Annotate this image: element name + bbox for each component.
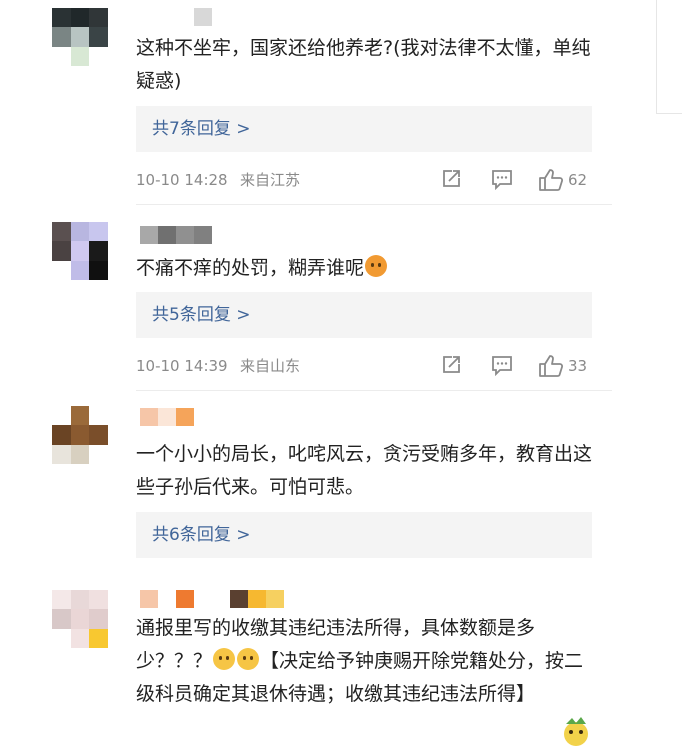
comment-text-content: 不痛不痒的处罚，糊弄谁呢 — [136, 257, 365, 279]
view-replies-link[interactable]: 共6条回复 > — [136, 512, 592, 558]
mascot-sticker-icon — [564, 717, 588, 746]
like-icon[interactable] — [538, 168, 564, 192]
username[interactable] — [140, 8, 212, 26]
comment-time: 10-10 14:39 — [136, 357, 228, 375]
comment-meta: 10-10 14:39 来自山东 33 — [136, 354, 602, 378]
avatar[interactable] — [52, 590, 108, 648]
divider — [136, 390, 612, 391]
avatar[interactable] — [52, 222, 108, 280]
comment-icon[interactable] — [490, 168, 514, 190]
comment-time: 10-10 14:28 — [136, 171, 228, 189]
username[interactable] — [140, 226, 212, 244]
comment-text: 不痛不痒的处罚，糊弄谁呢 — [136, 252, 606, 285]
username[interactable] — [140, 590, 284, 608]
smile-emoji — [237, 648, 260, 670]
comment-icon[interactable] — [490, 354, 514, 376]
divider — [136, 204, 612, 205]
avatar[interactable] — [52, 8, 108, 66]
comment-text: 一个小小的局长，叱咤风云，贪污受贿多年，教育出这些子孙后代来。可怕可悲。 — [136, 443, 593, 498]
comment-text: 这种不坐牢，国家还给他养老?(我对法律不太懂，单纯疑惑) — [136, 37, 591, 92]
view-replies-link[interactable]: 共5条回复 > — [136, 292, 592, 338]
avatar[interactable] — [52, 406, 108, 464]
smile-emoji — [213, 648, 236, 670]
angry-face-emoji — [365, 255, 388, 277]
like-count: 62 — [568, 171, 588, 189]
like-icon[interactable] — [538, 354, 564, 378]
username[interactable] — [140, 408, 194, 426]
comment-location: 来自山东 — [240, 357, 301, 375]
side-panel-edge — [656, 0, 682, 114]
comment-text: 通报里写的收缴其违纪违法所得，具体数额是多少？？？ 【决定给予钟庚赐开除党籍处分，… — [136, 612, 592, 711]
like-count: 33 — [568, 357, 588, 375]
comment-meta: 10-10 14:28 来自江苏 62 — [136, 168, 602, 192]
share-icon[interactable] — [440, 354, 462, 376]
view-replies-link[interactable]: 共7条回复 > — [136, 106, 592, 152]
share-icon[interactable] — [440, 168, 462, 190]
comment-location: 来自江苏 — [240, 171, 301, 189]
